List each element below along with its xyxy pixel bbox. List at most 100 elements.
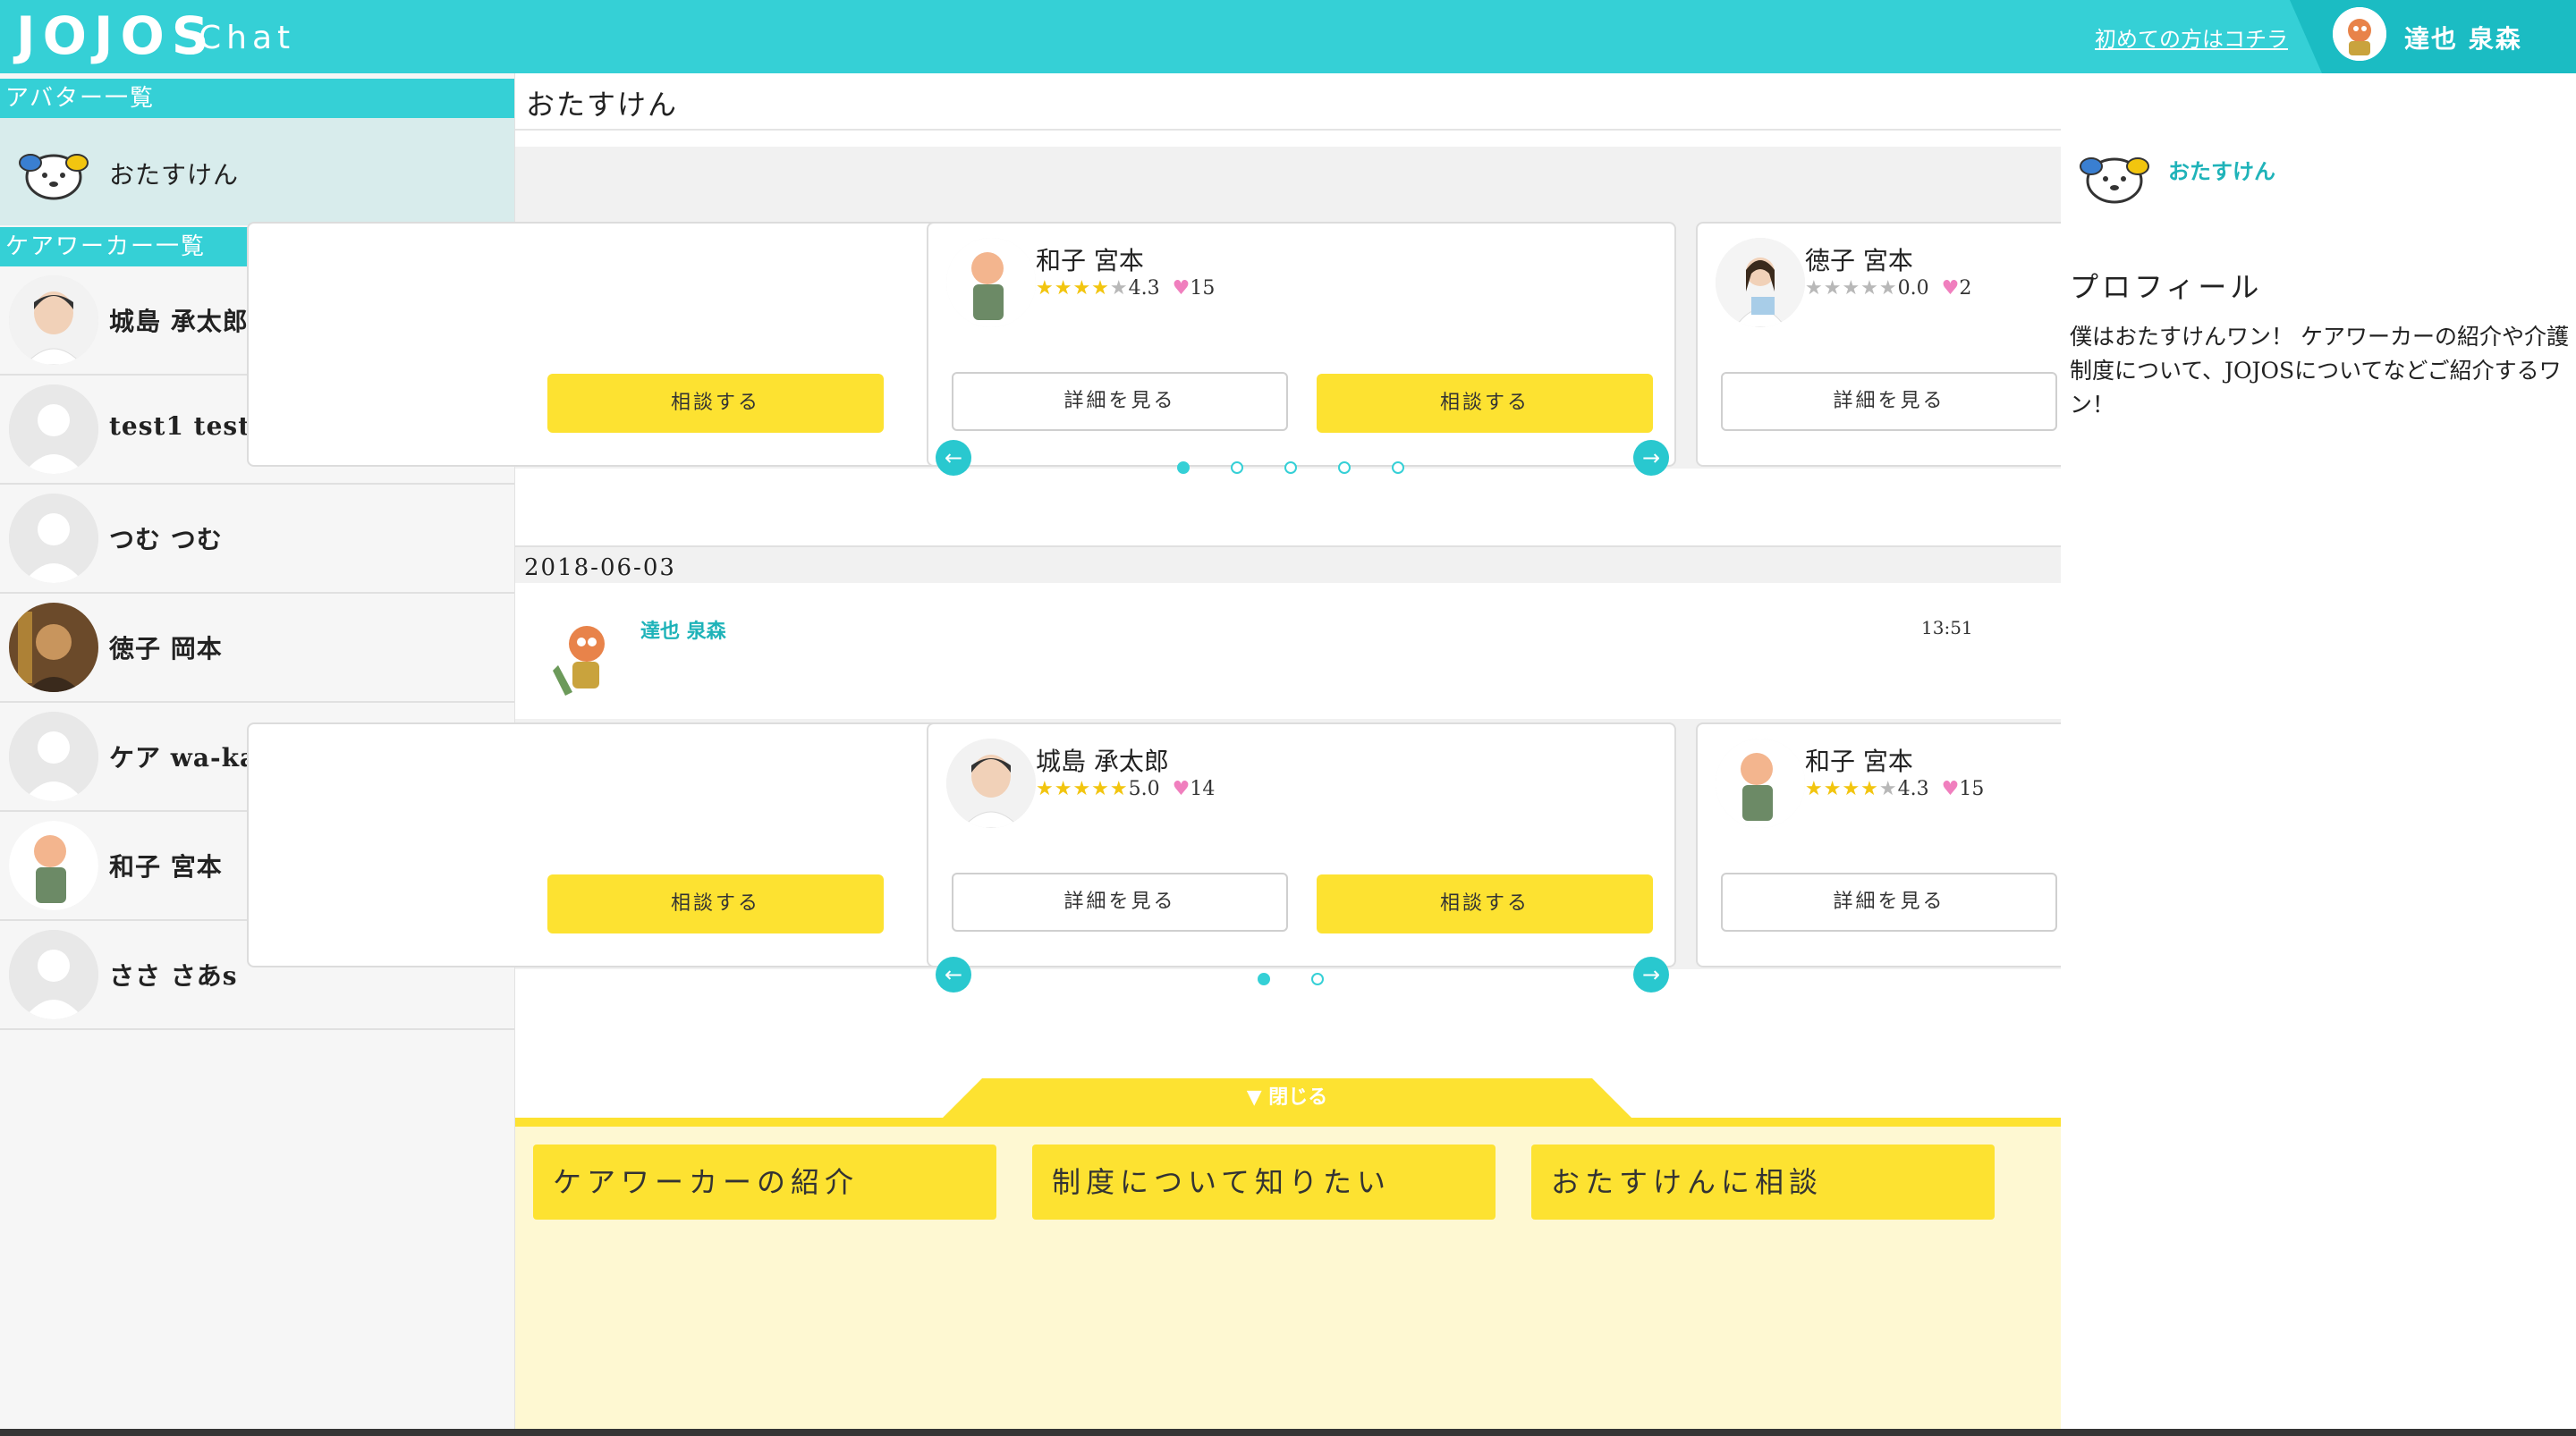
profile-heading: プロフィール [2070, 270, 2263, 304]
careworker-name: 和子 宮本 [1805, 747, 1913, 776]
carousel-dot[interactable] [1231, 461, 1243, 474]
app-header: JOJOS Chat 初めての方はコチラ 達也 泉森 [0, 0, 2576, 73]
quick-reply-panel: ケアワーカーの紹介 制度について知りたい おたすけんに相談 [515, 1118, 2061, 1436]
placeholder-avatar-icon [9, 494, 98, 583]
careworker-name: 城島 承太郎 [1036, 747, 1169, 776]
profile-name: おたすけん [2168, 159, 2275, 184]
careworker-card: 城島 承太郎 ★★★★★5.0 ♥14 詳細を見る 相談する [927, 722, 1676, 967]
rating-value: 4.3 [1897, 778, 1929, 800]
carousel-dot[interactable] [1258, 973, 1270, 985]
consult-button[interactable]: 相談する [547, 374, 884, 433]
star-rating-icon: ★★★★★ [1805, 277, 1898, 300]
star-rating-icon: ★★★★★ [1805, 778, 1898, 800]
close-panel-toggle[interactable]: ▼ 閉じる [943, 1078, 1631, 1118]
carousel-dot[interactable] [1311, 973, 1324, 985]
careworker-name: ケア wa-ka- [109, 743, 268, 773]
careworker-avatar [1716, 739, 1805, 828]
careworker-name: 和子 宮本 [109, 852, 223, 882]
heart-icon: ♥ [1941, 778, 1960, 800]
heart-icon: ♥ [1172, 277, 1191, 300]
careworker-avatar [9, 603, 98, 692]
careworker-name: test1 test1 [109, 411, 269, 441]
careworker-rating: ★★★★★4.3 ♥15 [1805, 778, 1984, 800]
careworker-name: 徳子 宮本 [1805, 246, 1913, 275]
sidebar-item-otasuken[interactable]: おたすけん [0, 118, 514, 225]
sidebar-item-label: おたすけん [109, 160, 240, 190]
dog-mascot-icon [2079, 147, 2150, 218]
careworker-avatar [946, 238, 1036, 327]
careworker-rating: ★★★★★0.0 ♥2 [1805, 277, 1971, 300]
details-button[interactable]: 詳細を見る [952, 873, 1288, 932]
placeholder-avatar-icon [9, 712, 98, 801]
profile-panel: おたすけん プロフィール 僕はおたすけんワン！ ケアワーカーの紹介や介護制度につ… [2061, 73, 2576, 1436]
careworker-name: 徳子 岡本 [109, 634, 223, 663]
careworker-avatar [9, 821, 98, 910]
careworker-avatar [946, 739, 1036, 828]
chat-title: おたすけん [526, 88, 679, 122]
first-time-link[interactable]: 初めての方はコチラ [2095, 21, 2288, 53]
careworker-carousel[interactable]: 相談する 和子 宮本 ★★★★★4.3 ♥15 詳細を見る 相談する 徳子 宮本 … [247, 147, 2445, 469]
arrow-left-icon[interactable]: ← [936, 440, 971, 476]
carousel-dot[interactable] [1338, 461, 1351, 474]
profile-description: 僕はおたすけんワン！ ケアワーカーの紹介や介護制度について、JOJOSについてな… [2070, 324, 2569, 418]
quick-reply-system-info[interactable]: 制度について知りたい [1032, 1145, 1496, 1220]
careworker-card: 相談する [247, 722, 996, 967]
details-button[interactable]: 詳細を見る [952, 372, 1288, 431]
carousel-nav: ← → [515, 440, 2061, 545]
divider [515, 129, 2061, 131]
star-rating-icon: ★★★★★ [1036, 277, 1129, 300]
carousel-dot[interactable] [1392, 461, 1404, 474]
quick-reply-consult-otasuken[interactable]: おたすけんに相談 [1531, 1145, 1995, 1220]
placeholder-avatar-icon [9, 930, 98, 1019]
heart-icon: ♥ [1172, 778, 1191, 800]
chat-panel: おたすけん 相談する 和子 宮本 ★★★★★4.3 ♥15 詳細を見る 相談する … [247, 73, 2445, 1436]
message-sender[interactable]: 達也 泉森 [640, 615, 726, 644]
bottom-edge [0, 1429, 2576, 1436]
sidebar-item-careworker[interactable]: 徳子 岡本 [0, 594, 514, 703]
heart-icon: ♥ [1941, 277, 1960, 300]
carousel-nav: ← → [515, 957, 2061, 1078]
careworker-rating: ★★★★★4.3 ♥15 [1036, 277, 1215, 300]
app-logo-sub: Chat [199, 20, 296, 56]
likes-count: 2 [1959, 277, 1972, 300]
user-avatar[interactable] [2333, 7, 2386, 61]
consult-button[interactable]: 相談する [547, 874, 884, 933]
careworker-name: 城島 承太郎 [109, 307, 249, 336]
consult-button[interactable]: 相談する [1317, 374, 1653, 433]
careworker-rating: ★★★★★5.0 ♥14 [1036, 778, 1215, 800]
likes-count: 15 [1190, 277, 1216, 300]
careworker-carousel[interactable]: 相談する 城島 承太郎 ★★★★★5.0 ♥14 詳細を見る 相談する 和子 宮本… [247, 719, 2445, 969]
details-button[interactable]: 詳細を見る [1721, 873, 2057, 932]
carousel-dot[interactable] [1177, 461, 1190, 474]
date-label: 2018-06-03 [524, 554, 676, 581]
careworker-name: 和子 宮本 [1036, 246, 1144, 275]
sidebar-item-careworker[interactable]: つむ つむ [0, 485, 514, 594]
careworker-avatar [1716, 238, 1805, 327]
star-rating-icon: ★★★★★ [1036, 778, 1129, 800]
careworker-name: ささ さあs [109, 961, 238, 991]
arrow-right-icon[interactable]: → [1633, 957, 1669, 993]
carousel-dot[interactable] [1284, 461, 1297, 474]
careworker-name: つむ つむ [109, 525, 223, 554]
user-name[interactable]: 達也 泉森 [2404, 20, 2522, 55]
arrow-right-icon[interactable]: → [1633, 440, 1669, 476]
consult-button[interactable]: 相談する [1317, 874, 1653, 933]
app-logo[interactable]: JOJOS [16, 5, 216, 66]
avatar-list-header: アバター一覧 [0, 79, 514, 118]
careworker-avatar [9, 275, 98, 365]
date-separator: 2018-06-03 [515, 545, 2061, 583]
likes-count: 14 [1190, 778, 1216, 800]
message-time: 13:51 [1921, 617, 1973, 638]
arrow-left-icon[interactable]: ← [936, 957, 971, 993]
rating-value: 0.0 [1897, 277, 1929, 300]
details-button[interactable]: 詳細を見る [1721, 372, 2057, 431]
sender-avatar [540, 612, 630, 701]
user-avatar-icon [2333, 7, 2386, 61]
quick-reply-careworker-intro[interactable]: ケアワーカーの紹介 [533, 1145, 996, 1220]
careworker-card: 和子 宮本 ★★★★★4.3 ♥15 詳細を見る 相談する [927, 222, 1676, 467]
rating-value: 5.0 [1128, 778, 1160, 800]
rating-value: 4.3 [1128, 277, 1160, 300]
likes-count: 15 [1959, 778, 1985, 800]
placeholder-avatar-icon [9, 384, 98, 474]
careworker-card: 相談する [247, 222, 996, 467]
